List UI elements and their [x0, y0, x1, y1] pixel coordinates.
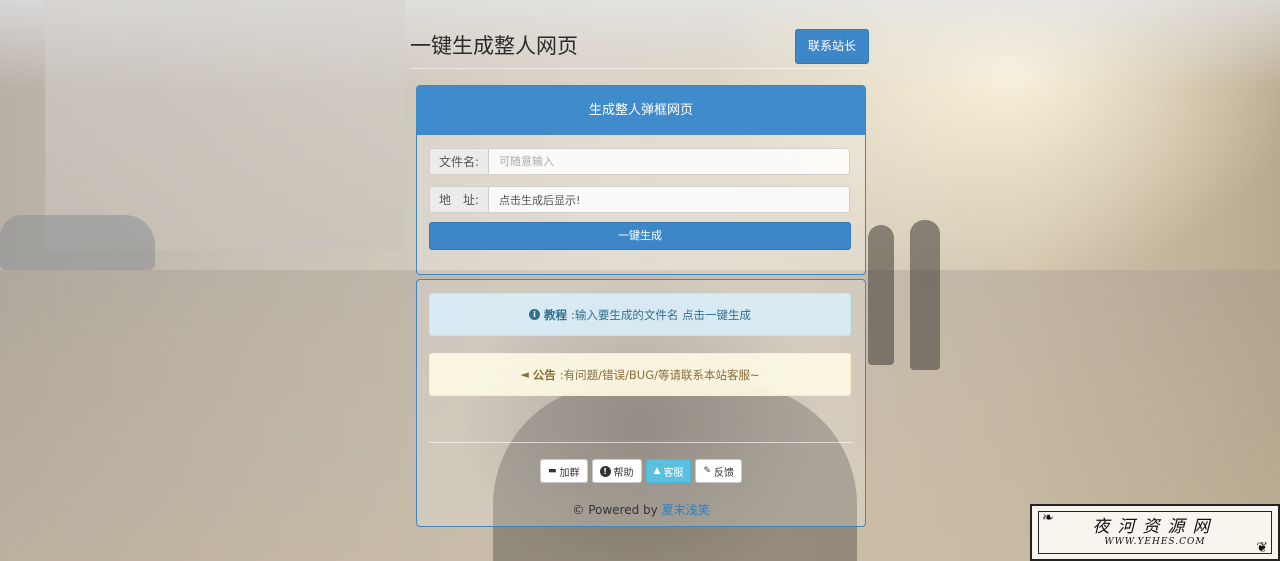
background-person [910, 220, 940, 370]
watermark-url: WWW.YEHES.COM [1104, 537, 1206, 547]
generate-button[interactable]: 一键生成 [429, 222, 851, 250]
page-header: 一键生成整人网页 联系站长 [410, 22, 869, 69]
generator-panel: 生成整人弹框网页 文件名: 地 址: 一键生成 [416, 85, 866, 275]
feedback-label: 反馈 [713, 467, 734, 479]
watermark-title: 夜河资源网 [1092, 517, 1218, 537]
info-circle-icon: i [528, 309, 540, 320]
notice-alert: ◄ 公告:有问题/错误/BUG/等请联系本站客服~ [429, 353, 851, 396]
generator-panel-title: 生成整人弹框网页 [417, 86, 865, 135]
info-panel: i 教程:输入要生成的文件名 点击一键生成 ◄ 公告:有问题/错误/BUG/等请… [416, 279, 866, 527]
filename-input[interactable] [488, 148, 850, 175]
customer-service-label: 客服 [663, 467, 684, 479]
divider [429, 442, 853, 443]
user-icon: ▲ [653, 465, 661, 476]
feedback-button[interactable]: ✎ 反馈 [695, 459, 742, 483]
page-title: 一键生成整人网页 [410, 34, 578, 58]
background-person [868, 225, 894, 365]
pencil-icon: ✎ [703, 465, 711, 476]
join-group-label: 加群 [559, 467, 580, 479]
powered-by: © Powered by 夏末浅笑 [417, 501, 865, 518]
tutorial-label: 教程 [543, 307, 567, 322]
author-link[interactable]: 夏末浅笑 [662, 503, 710, 517]
tutorial-text: :输入要生成的文件名 点击一键生成 [570, 307, 752, 322]
help-button[interactable]: ! 帮助 [591, 459, 642, 483]
address-input[interactable] [488, 186, 850, 213]
megaphone-icon: ◄ [520, 368, 529, 381]
footer-button-row: ▬ 加群 ! 帮助 ▲ 客服 ✎ 反馈 [417, 459, 865, 483]
info-icon: ! [599, 465, 611, 477]
customer-service-button[interactable]: ▲ 客服 [645, 459, 692, 483]
watermark-logo: ❧ ❦ 夜河资源网 WWW.YEHES.COM [1030, 504, 1280, 561]
notice-label: 公告 [532, 367, 556, 382]
filename-input-group: 文件名: [429, 148, 850, 175]
card-icon: ▬ [548, 465, 557, 476]
notice-text: :有问题/错误/BUG/等请联系本站客服~ [559, 367, 760, 382]
background-car [0, 215, 155, 270]
powered-prefix: © Powered by [572, 503, 662, 517]
join-group-button[interactable]: ▬ 加群 [540, 459, 588, 483]
filename-label: 文件名: [429, 148, 488, 175]
address-label: 地 址: [429, 186, 488, 213]
address-input-group: 地 址: [429, 186, 850, 213]
help-label: 帮助 [613, 467, 634, 479]
background-building [45, 0, 405, 250]
tutorial-alert: i 教程:输入要生成的文件名 点击一键生成 [429, 293, 851, 336]
contact-admin-button[interactable]: 联系站长 [795, 29, 869, 64]
